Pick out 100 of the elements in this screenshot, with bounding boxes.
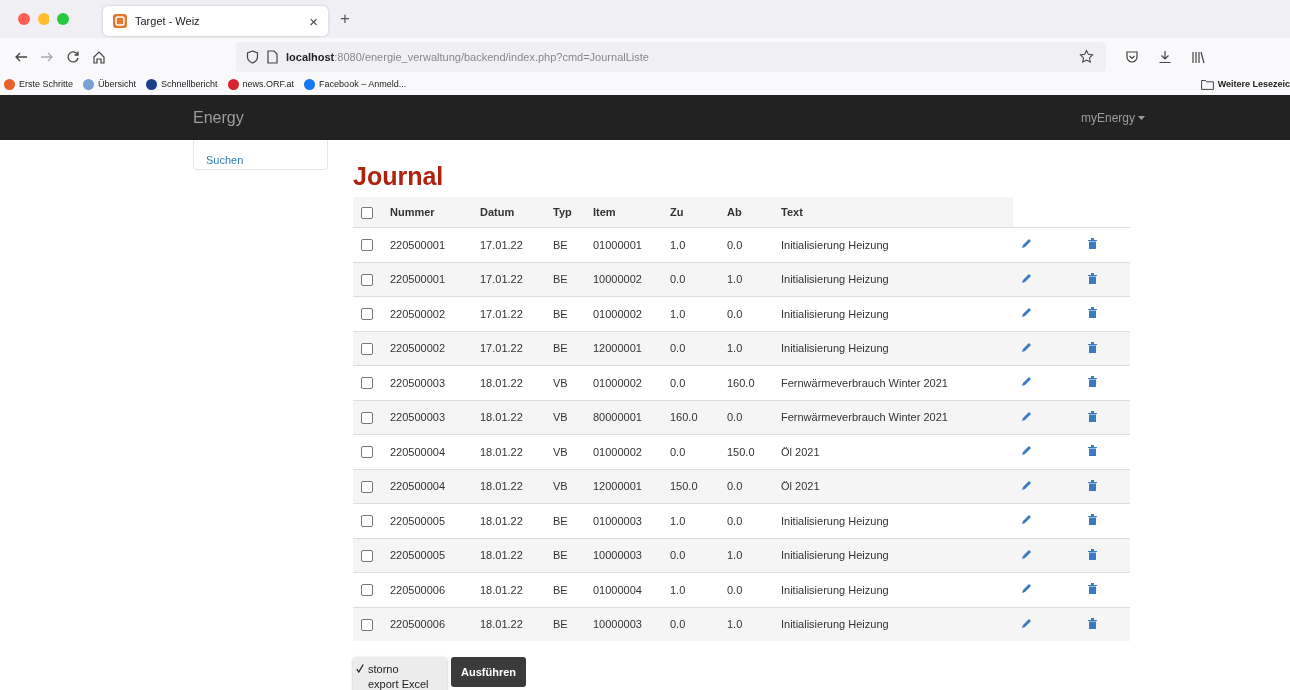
row-checkbox[interactable] bbox=[361, 515, 373, 528]
bookmark-link[interactable]: Übersicht bbox=[83, 78, 137, 90]
trash-icon[interactable] bbox=[1088, 272, 1097, 284]
table-cell: BE bbox=[545, 607, 585, 641]
url-text: localhost:8080/energie_verwaltung/backend/index.php?cmd=JournalListe bbox=[286, 50, 650, 63]
table-cell: 160.0 bbox=[662, 400, 719, 435]
trash-icon[interactable] bbox=[1088, 514, 1097, 526]
caret-icon bbox=[1138, 115, 1145, 120]
table-cell: 17.01.22 bbox=[472, 262, 545, 297]
close-tab-button[interactable]: × bbox=[309, 12, 318, 30]
table-cell: BE bbox=[545, 331, 585, 366]
row-checkbox[interactable] bbox=[361, 618, 373, 631]
table-cell: 18.01.22 bbox=[472, 538, 545, 573]
bookmark-link[interactable]: Schnellbericht bbox=[146, 78, 218, 90]
sidebar-link[interactable]: Suchen bbox=[206, 154, 244, 166]
pencil-icon[interactable] bbox=[1021, 514, 1032, 526]
trash-icon[interactable] bbox=[1088, 376, 1097, 388]
table-cell: 0.0 bbox=[662, 607, 719, 641]
row-checkbox[interactable] bbox=[361, 342, 373, 355]
other-bookmarks-link[interactable]: Weitere Lesezeic bbox=[1200, 78, 1290, 90]
pencil-icon[interactable] bbox=[1021, 617, 1032, 629]
column-header: Item bbox=[585, 197, 662, 228]
bookmark-link[interactable]: news.ORF.at bbox=[227, 78, 295, 90]
bookmark-link[interactable]: Erste Schritte bbox=[4, 78, 74, 90]
column-header: Nummer bbox=[382, 197, 472, 228]
trash-icon[interactable] bbox=[1088, 548, 1097, 560]
select-all-checkbox[interactable] bbox=[361, 206, 373, 219]
row-checkbox[interactable] bbox=[361, 308, 373, 321]
table-cell: 220500004 bbox=[382, 469, 472, 504]
table-cell: Initialisierung Heizung bbox=[773, 538, 1013, 573]
brand-link[interactable]: Energy bbox=[193, 108, 244, 127]
table-cell: Öl 2021 bbox=[773, 469, 1013, 504]
pencil-icon[interactable] bbox=[1021, 238, 1032, 250]
table-cell: 10000003 bbox=[585, 607, 662, 641]
new-tab-button[interactable]: + bbox=[340, 9, 350, 29]
row-checkbox[interactable] bbox=[361, 584, 373, 597]
table-cell: VB bbox=[545, 469, 585, 504]
star-icon[interactable] bbox=[1079, 49, 1094, 64]
table-cell: 220500003 bbox=[382, 400, 472, 435]
bookmark-favicon-icon bbox=[146, 78, 158, 90]
column-header: Text bbox=[773, 197, 1013, 228]
row-checkbox[interactable] bbox=[361, 377, 373, 390]
table-cell: 12000001 bbox=[585, 469, 662, 504]
table-cell: 0.0 bbox=[719, 469, 773, 504]
pencil-icon[interactable] bbox=[1021, 479, 1032, 491]
pencil-icon[interactable] bbox=[1021, 583, 1032, 595]
pencil-icon[interactable] bbox=[1021, 445, 1032, 457]
table-cell: 18.01.22 bbox=[472, 469, 545, 504]
column-header: Datum bbox=[472, 197, 545, 228]
pencil-icon[interactable] bbox=[1021, 272, 1032, 284]
bookmark-link[interactable]: Facebook – Anmeld... bbox=[304, 78, 407, 90]
row-checkbox[interactable] bbox=[361, 549, 373, 562]
bookmark-favicon-icon bbox=[227, 78, 239, 90]
table-cell: BE bbox=[545, 262, 585, 297]
address-bar[interactable]: localhost:8080/energie_verwaltung/backend/index.php?cmd=JournalListe bbox=[236, 41, 1106, 72]
trash-icon[interactable] bbox=[1088, 617, 1097, 629]
pencil-icon[interactable] bbox=[1021, 376, 1032, 388]
bookmark-favicon-icon bbox=[83, 78, 95, 90]
pocket-icon[interactable] bbox=[1125, 49, 1139, 64]
execute-button[interactable]: Ausführen bbox=[451, 657, 526, 687]
row-checkbox[interactable] bbox=[361, 273, 373, 286]
trash-icon[interactable] bbox=[1088, 479, 1097, 491]
pencil-icon[interactable] bbox=[1021, 548, 1032, 560]
row-checkbox[interactable] bbox=[361, 446, 373, 459]
trash-icon[interactable] bbox=[1088, 583, 1097, 595]
trash-icon[interactable] bbox=[1088, 445, 1097, 457]
table-cell: 1.0 bbox=[719, 607, 773, 641]
home-icon[interactable] bbox=[92, 49, 106, 64]
row-checkbox[interactable] bbox=[361, 480, 373, 493]
menu-option[interactable]: storno bbox=[353, 661, 447, 676]
table-cell: 1.0 bbox=[719, 262, 773, 297]
table-cell: 1.0 bbox=[719, 538, 773, 573]
download-icon[interactable] bbox=[1158, 49, 1172, 64]
table-cell: Initialisierung Heizung bbox=[773, 262, 1013, 297]
table-cell: 10000003 bbox=[585, 538, 662, 573]
table-cell: 220500001 bbox=[382, 262, 472, 297]
table-cell: 220500006 bbox=[382, 607, 472, 641]
table-cell: VB bbox=[545, 400, 585, 435]
row-checkbox[interactable] bbox=[361, 411, 373, 424]
menu-option[interactable]: export Excel bbox=[353, 676, 447, 690]
table-cell: 0.0 bbox=[662, 538, 719, 573]
browser-tab[interactable]: Target - Weiz × bbox=[103, 6, 328, 36]
table-cell: 0.0 bbox=[662, 331, 719, 366]
trash-icon[interactable] bbox=[1088, 238, 1097, 250]
row-checkbox[interactable] bbox=[361, 239, 373, 252]
column-header: Ab bbox=[719, 197, 773, 228]
column-header: Zu bbox=[662, 197, 719, 228]
reload-icon[interactable] bbox=[66, 49, 80, 64]
library-icon[interactable] bbox=[1191, 49, 1205, 64]
close-window-icon[interactable] bbox=[18, 13, 30, 25]
user-menu[interactable]: myEnergy bbox=[1080, 110, 1145, 125]
pencil-icon[interactable] bbox=[1021, 341, 1032, 353]
bookmark-favicon-icon bbox=[304, 78, 316, 90]
page-icon bbox=[267, 49, 278, 64]
pencil-icon[interactable] bbox=[1021, 307, 1032, 319]
app-favicon-icon bbox=[113, 14, 127, 28]
trash-icon[interactable] bbox=[1088, 410, 1097, 422]
trash-icon[interactable] bbox=[1088, 307, 1097, 319]
trash-icon[interactable] bbox=[1088, 341, 1097, 353]
pencil-icon[interactable] bbox=[1021, 410, 1032, 422]
